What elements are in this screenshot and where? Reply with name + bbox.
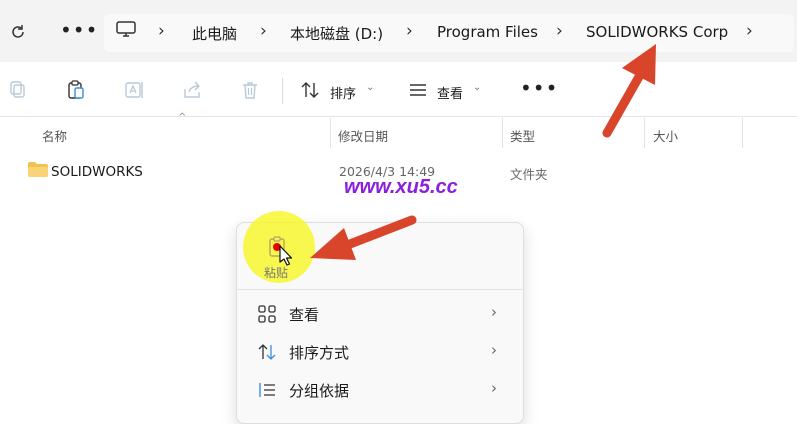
sort-icon [258,344,276,360]
sort-button[interactable]: 排序 [330,83,356,102]
context-menu-divider [237,289,523,290]
breadcrumb-solidworks-corp[interactable]: SOLIDWORKS Corp [586,23,728,41]
this-pc-icon[interactable] [116,21,136,38]
breadcrumb-separator-icon[interactable]: › [556,21,563,41]
rename-icon[interactable] [124,80,144,100]
refresh-icon[interactable] [8,22,28,42]
chevron-right-icon: › [491,379,497,397]
view-icon[interactable] [408,80,428,100]
chevron-down-icon[interactable]: ⌄ [473,82,481,93]
sort-icon[interactable] [300,80,320,100]
watermark-text: www.xu5.cc [344,176,458,198]
column-header-size[interactable]: 大小 [653,126,678,145]
copy-icon[interactable] [8,80,28,100]
context-item-sort-by[interactable]: 排序方式 › [237,334,521,370]
group-list-icon [259,383,275,397]
context-item-label: 分组依据 [289,382,350,400]
file-name[interactable]: SOLIDWORKS [51,164,143,180]
grid-view-icon [258,305,276,323]
breadcrumb-separator-icon[interactable]: › [406,21,413,41]
chevron-down-icon[interactable]: ⌄ [366,82,374,93]
breadcrumb-separator-icon[interactable]: › [746,21,753,41]
toolbar-divider [282,78,283,104]
folder-icon [28,162,48,177]
mouse-cursor-icon [279,245,293,266]
context-item-label: 查看 [289,306,320,324]
address-bar-row: ••• › 此电脑 › 本地磁盘 (D:) › Program Files › … [0,0,797,62]
column-header-type[interactable]: 类型 [510,126,535,145]
breadcrumb-separator-icon[interactable]: › [158,21,165,41]
context-item-view[interactable]: 查看 › [237,296,521,332]
file-type: 文件夹 [510,167,548,182]
see-more-icon[interactable]: ••• [520,76,558,100]
column-divider[interactable] [502,118,503,148]
context-item-group-by[interactable]: 分组依据 › [237,372,521,408]
chevron-right-icon: › [491,303,497,321]
delete-icon[interactable] [240,80,260,100]
breadcrumb-program-files[interactable]: Program Files [437,23,538,41]
view-button[interactable]: 查看 [437,83,463,102]
column-divider[interactable] [644,118,645,148]
share-icon[interactable] [182,80,202,100]
command-bar: 排序 ⌄ 查看 ⌄ ••• [0,62,797,117]
breadcrumb-this-pc[interactable]: 此电脑 [192,23,237,44]
more-options-icon[interactable]: ••• [60,18,98,42]
column-divider[interactable] [330,118,331,148]
column-header-modified[interactable]: 修改日期 [338,126,388,145]
sort-ascending-icon: ^ [178,112,187,123]
column-divider[interactable] [742,118,743,148]
context-item-label: 排序方式 [289,344,350,362]
breadcrumb-local-disk[interactable]: 本地磁盘 (D:) [290,23,383,44]
paste-icon[interactable] [66,80,86,100]
chevron-right-icon: › [491,341,497,359]
column-header-name[interactable]: 名称 [42,126,67,145]
breadcrumb-separator-icon[interactable]: › [260,21,267,41]
